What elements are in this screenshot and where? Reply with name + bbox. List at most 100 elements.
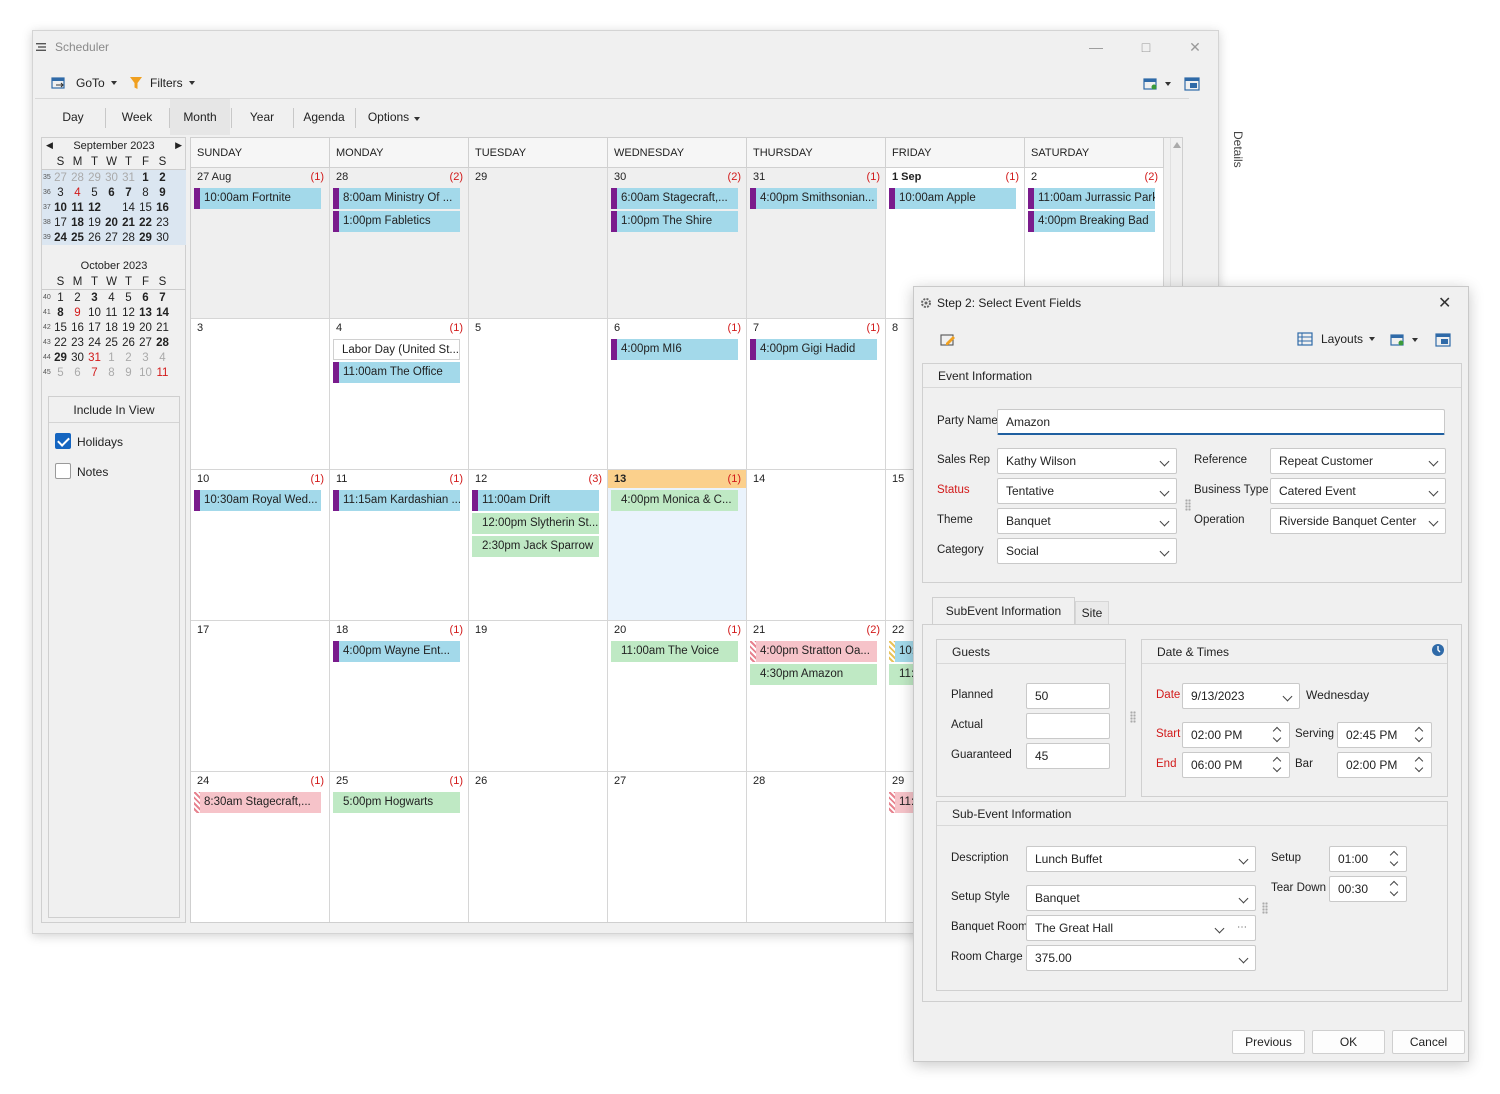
mini-day[interactable]: 22 (137, 217, 154, 229)
calendar-event[interactable]: 11:00am Drift (472, 490, 599, 511)
mini-day[interactable]: 25 (69, 232, 86, 244)
room-charge-select[interactable]: 375.00 (1026, 945, 1256, 971)
mini-day[interactable]: 18 (69, 217, 86, 229)
description-select[interactable]: Lunch Buffet (1026, 846, 1256, 872)
calendar-event[interactable]: 10:00am Fortnite (194, 188, 321, 209)
mini-day[interactable]: 8 (52, 307, 69, 319)
previous-button[interactable]: Previous (1232, 1030, 1305, 1054)
mini-day[interactable]: 18 (103, 322, 120, 334)
tab-subevent-information[interactable]: SubEvent Information (932, 597, 1075, 625)
mini-day[interactable]: 14 (120, 202, 137, 214)
mini-day[interactable]: 30 (103, 172, 120, 184)
mini-day[interactable]: 2 (154, 172, 171, 184)
day-cell[interactable]: 10 (1) 10:30am Royal Wed... (191, 470, 330, 621)
mini-day[interactable]: 20 (103, 217, 120, 229)
next-month-icon[interactable]: ▶ (175, 140, 182, 151)
goto-button[interactable]: GoTo (51, 76, 117, 90)
mini-day[interactable]: 28 (154, 337, 171, 349)
mini-day[interactable]: 21 (120, 217, 137, 229)
mini-day[interactable]: 29 (86, 172, 103, 184)
mini-day[interactable]: 6 (103, 187, 120, 199)
day-cell[interactable]: 30 (2) 6:00am Stagecraft,... 1:00pm The Shi… (608, 168, 747, 319)
spinner-arrows-icon[interactable] (1273, 756, 1283, 774)
calendar-event[interactable]: 12:00pm Slytherin St... (472, 513, 599, 534)
ok-button[interactable]: OK (1312, 1030, 1385, 1054)
actual-input[interactable] (1026, 713, 1110, 739)
status-select[interactable]: Tentative (997, 478, 1177, 504)
mini-day[interactable]: 28 (120, 232, 137, 244)
spinner-arrows-icon[interactable] (1415, 756, 1425, 774)
day-cell[interactable]: 29 (469, 168, 608, 319)
day-cell[interactable]: 3 (191, 319, 330, 470)
dialog-calendar-options-button[interactable] (1390, 333, 1418, 347)
mini-day[interactable]: 9 (154, 187, 171, 199)
mini-day[interactable]: 1 (52, 292, 69, 304)
mini-day[interactable]: 16 (69, 322, 86, 334)
details-panel-tab[interactable]: Details (1231, 131, 1245, 168)
mini-day[interactable]: 15 (137, 202, 154, 214)
options-dropdown[interactable]: Options (361, 99, 427, 135)
setup-spinner[interactable]: 01:00 (1329, 846, 1407, 872)
calendar-event[interactable]: 8:30am Stagecraft,... (194, 792, 321, 813)
mini-day[interactable]: 11 (154, 367, 171, 379)
start-time-spinner[interactable]: 02:00 PM (1182, 722, 1290, 748)
calendar-event[interactable]: 4:00pm Gigi Hadid (750, 339, 877, 360)
mini-day[interactable]: 7 (154, 292, 171, 304)
theme-select[interactable]: Banquet (997, 508, 1177, 534)
mini-day[interactable]: 30 (69, 352, 86, 364)
info-clock-icon[interactable] (1431, 643, 1445, 657)
scroll-up-icon[interactable] (1173, 142, 1181, 148)
notes-checkbox[interactable] (55, 463, 71, 479)
calendar-event[interactable]: 1:00pm Fabletics (333, 211, 460, 232)
day-cell[interactable]: 26 (469, 772, 608, 922)
calendar-event[interactable]: 11:15am Kardashian ... (333, 490, 460, 511)
mini-day[interactable]: 5 (86, 187, 103, 199)
mini-day[interactable]: 1 (103, 352, 120, 364)
mini-day[interactable]: 31 (120, 172, 137, 184)
splitter-grip[interactable] (1130, 711, 1136, 723)
day-cell[interactable]: 25 (1) 5:00pm Hogwarts (330, 772, 469, 922)
banquet-room-select[interactable]: The Great Hall ⋯ (1026, 915, 1256, 941)
mini-day[interactable]: 24 (86, 337, 103, 349)
day-cell[interactable]: 12 (3) 11:00am Drift 12:00pm Slytherin St..… (469, 470, 608, 621)
day-cell[interactable]: 27 Aug (1) 10:00am Fortnite (191, 168, 330, 319)
mini-day[interactable]: 3 (52, 187, 69, 199)
day-cell[interactable]: 4 (1) Labor Day (United St... 11:00am The O… (330, 319, 469, 470)
calendar-event[interactable]: Labor Day (United St... (333, 339, 460, 360)
edit-layout-icon[interactable] (940, 333, 956, 347)
calendar-event[interactable]: 4:00pm Smithsonian... (750, 188, 877, 209)
planned-input[interactable]: 50 (1026, 683, 1110, 709)
tab-week[interactable]: Week (105, 99, 169, 135)
calendar-event[interactable]: 1:00pm The Shire (611, 211, 738, 232)
mini-day[interactable]: 21 (154, 322, 171, 334)
mini-day[interactable]: 16 (154, 202, 171, 214)
maximize-icon[interactable]: □ (1138, 39, 1154, 55)
tab-site[interactable]: Site (1075, 601, 1109, 625)
calendar-event[interactable]: 11:00am The Voice (611, 641, 738, 662)
mini-day[interactable]: 11 (69, 202, 86, 214)
day-cell[interactable]: 11 (1) 11:15am Kardashian ... (330, 470, 469, 621)
prev-month-icon[interactable]: ◀ (46, 140, 53, 151)
mini-day[interactable]: 12 (86, 202, 103, 214)
mini-day[interactable]: 19 (86, 217, 103, 229)
calendar-options-button[interactable] (1143, 77, 1171, 91)
day-cell[interactable]: 6 (1) 4:00pm MI6 (608, 319, 747, 470)
calendar-event[interactable]: 4:00pm Breaking Bad (1028, 211, 1155, 232)
category-select[interactable]: Social (997, 538, 1177, 564)
tab-month[interactable]: Month (170, 99, 230, 135)
mini-day[interactable]: 10 (52, 202, 69, 214)
mini-day[interactable]: 9 (69, 307, 86, 319)
spinner-arrows-icon[interactable] (1415, 726, 1425, 744)
setup-style-select[interactable]: Banquet (1026, 885, 1256, 911)
mini-day[interactable]: 5 (120, 292, 137, 304)
mini-day[interactable]: 22 (52, 337, 69, 349)
mini-day[interactable]: 27 (137, 337, 154, 349)
day-cell[interactable]: 5 (469, 319, 608, 470)
mini-day[interactable]: 31 (86, 352, 103, 364)
mini-day[interactable]: 15 (52, 322, 69, 334)
calendar-event[interactable]: 4:00pm Stratton Oa... (750, 641, 877, 662)
day-cell[interactable]: 21 (2) 4:00pm Stratton Oa... 4:30pm Amazon (747, 621, 886, 772)
reference-select[interactable]: Repeat Customer (1270, 448, 1446, 474)
calendar-event[interactable]: 6:00am Stagecraft,... (611, 188, 738, 209)
mini-day[interactable]: 29 (52, 352, 69, 364)
